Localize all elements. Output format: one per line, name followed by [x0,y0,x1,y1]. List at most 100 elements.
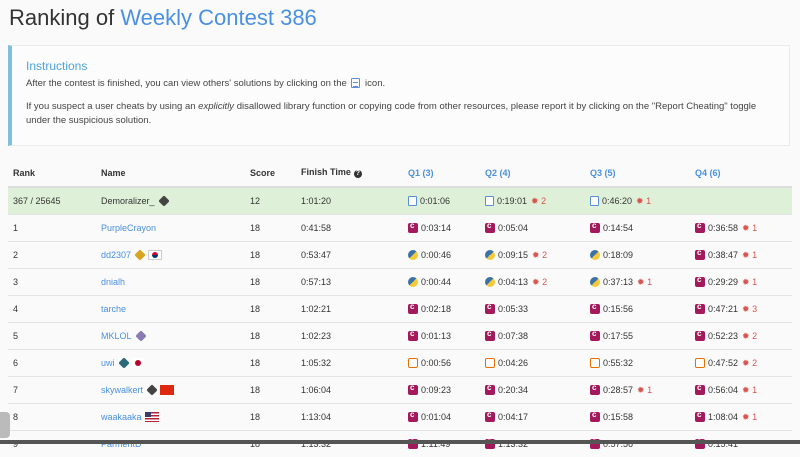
cpp-icon[interactable] [485,331,495,341]
header-q3[interactable]: Q3 (5) [585,159,690,187]
q1-time: 0:09:23 [421,385,451,395]
q2-cell[interactable]: 0:05:04 [480,215,585,242]
cpp-icon[interactable] [695,223,705,233]
help-icon[interactable]: ? [354,170,362,178]
header-finish-time: Finish Time? [296,159,403,187]
q1-cell[interactable]: 0:01:04 [403,404,480,431]
table-row: 1 PurpleCrayon 18 0:41:58 0:03:14 0:05:0… [8,215,792,242]
table-row: 6 uwi 18 1:05:32 0:00:56 0:04:26 0:55:32… [8,350,792,377]
score-cell: 18 [245,215,296,242]
cpp-icon[interactable] [590,385,600,395]
header-q2[interactable]: Q2 (4) [480,159,585,187]
header-q1[interactable]: Q1 (3) [403,159,480,187]
q4-cell[interactable]: 0:38:47✹ 1 [690,242,792,269]
cpp-icon[interactable] [695,277,705,287]
q2-cell[interactable]: 0:07:38 [480,323,585,350]
q3-cell[interactable]: 0:15:58 [585,404,690,431]
q1-cell[interactable]: 0:00:56 [403,350,480,377]
q4-cell[interactable]: 0:47:52✹ 2 [690,350,792,377]
cpp-icon[interactable] [408,385,418,395]
cpp-icon[interactable] [590,304,600,314]
q1-cell[interactable]: 0:02:18 [403,296,480,323]
java-icon[interactable] [485,358,495,368]
cpp-icon[interactable] [590,412,600,422]
cpp-icon[interactable] [485,385,495,395]
cpp-icon[interactable] [408,331,418,341]
q2-cell[interactable]: 0:09:15✹ 2 [480,242,585,269]
cpp-icon[interactable] [590,331,600,341]
java-icon[interactable] [590,358,600,368]
cpp-icon[interactable] [695,250,705,260]
q3-cell[interactable]: 0:14:54 [585,215,690,242]
solution-icon[interactable] [485,196,494,206]
q4-cell[interactable]: 1:08:04✹ 1 [690,404,792,431]
contest-name: Weekly Contest 386 [120,5,316,30]
q4-cell[interactable]: 0:52:23✹ 2 [690,323,792,350]
q3-cell[interactable]: 0:37:13✹ 1 [585,269,690,296]
q1-cell[interactable]: 0:01:06 [403,187,480,215]
q1-cell[interactable]: 0:09:23 [403,377,480,404]
q4-cell [690,187,792,215]
cpp-icon[interactable] [695,331,705,341]
header-q4[interactable]: Q4 (6) [690,159,792,187]
solution-icon[interactable] [408,196,417,206]
q2-cell[interactable]: 0:20:34 [480,377,585,404]
user-link[interactable]: skywalkert [101,385,143,395]
table-row: 5 MKLOL 18 1:02:23 0:01:13 0:07:38 0:17:… [8,323,792,350]
cpp-icon[interactable] [590,223,600,233]
user-link[interactable]: waakaaka [101,412,142,422]
cpp-icon[interactable] [408,412,418,422]
user-link[interactable]: tarche [101,304,126,314]
solution-icon[interactable] [590,196,599,206]
q2-cell[interactable]: 0:04:13✹ 2 [480,269,585,296]
python-icon[interactable] [485,250,495,260]
q3-cell[interactable]: 0:28:57✹ 1 [585,377,690,404]
cpp-icon[interactable] [485,223,495,233]
name-cell: tarche [96,296,245,323]
q1-cell[interactable]: 0:00:44 [403,269,480,296]
q2-cell[interactable]: 0:04:26 [480,350,585,377]
q1-cell[interactable]: 0:00:46 [403,242,480,269]
q3-cell[interactable]: 0:17:55 [585,323,690,350]
cpp-icon[interactable] [695,385,705,395]
q3-cell[interactable]: 0:15:56 [585,296,690,323]
user-link[interactable]: uwi [101,358,115,368]
q2-time: 0:07:38 [498,331,528,341]
q2-cell[interactable]: 0:05:33 [480,296,585,323]
user-link[interactable]: MKLOL [101,331,132,341]
cpp-icon[interactable] [485,412,495,422]
q2-cell[interactable]: 0:04:17 [480,404,585,431]
header-finish-label: Finish Time [301,167,351,177]
python-icon[interactable] [590,277,600,287]
user-link[interactable]: dnialh [101,277,125,287]
python-icon[interactable] [408,277,418,287]
q2-cell[interactable]: 0:19:01✹ 2 [480,187,585,215]
user-link[interactable]: PurpleCrayon [101,223,156,233]
python-icon[interactable] [590,250,600,260]
q3-cell[interactable]: 0:46:20✹ 1 [585,187,690,215]
wrong-count: 1 [752,277,757,287]
cpp-icon[interactable] [408,223,418,233]
cpp-icon[interactable] [485,304,495,314]
user-link[interactable]: dd2307 [101,250,131,260]
q3-cell[interactable]: 0:18:09 [585,242,690,269]
python-icon[interactable] [485,277,495,287]
q3-cell[interactable]: 0:55:32 [585,350,690,377]
q4-cell[interactable]: 0:47:21✹ 3 [690,296,792,323]
q4-cell[interactable]: 0:56:04✹ 1 [690,377,792,404]
java-icon[interactable] [695,358,705,368]
q1-cell[interactable]: 0:01:13 [403,323,480,350]
bug-icon: ✹ 2 [532,250,547,260]
q1-cell[interactable]: 0:03:14 [403,215,480,242]
q4-cell[interactable]: 0:36:58✹ 1 [690,215,792,242]
python-icon[interactable] [408,250,418,260]
q4-cell[interactable]: 0:29:29✹ 1 [690,269,792,296]
cpp-icon[interactable] [408,304,418,314]
finish-cell: 1:02:21 [296,296,403,323]
ranking-table: Rank Name Score Finish Time? Q1 (3) Q2 (… [8,159,792,457]
cpp-icon[interactable] [695,412,705,422]
instructions-para-1: After the contest is finished, you can v… [26,77,775,91]
cpp-icon[interactable] [695,304,705,314]
side-scroll-handle[interactable] [0,412,10,438]
java-icon[interactable] [408,358,418,368]
